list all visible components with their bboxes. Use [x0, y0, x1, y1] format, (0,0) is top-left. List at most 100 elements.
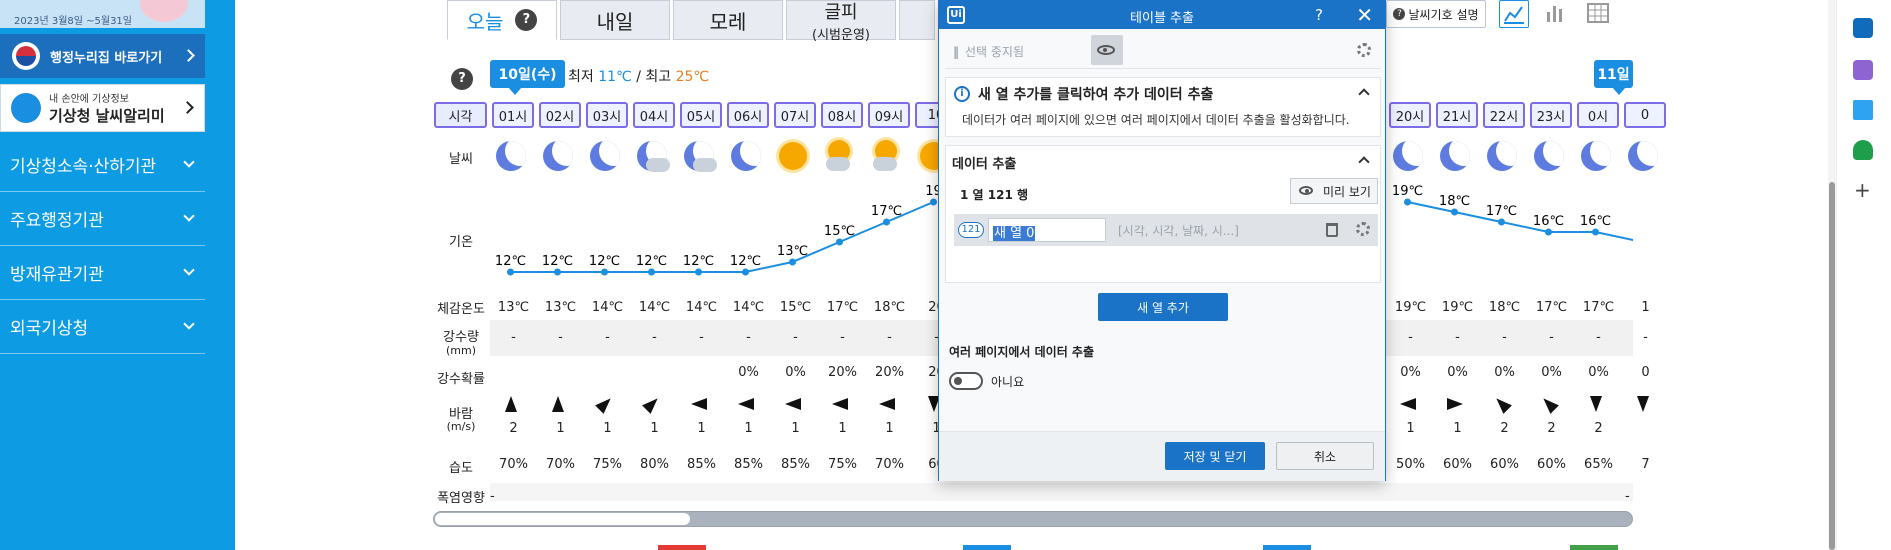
add-icon[interactable]: + [1854, 178, 1871, 202]
menu-foreign-weather[interactable]: 외국기상청 [0, 300, 205, 354]
weather-alert-app-button[interactable]: 내 손안에 기상정보 기상청 날씨알리미 [0, 84, 205, 132]
help-icon[interactable]: ? [451, 68, 473, 90]
wind-arrow-icon [641, 394, 662, 414]
wind-arrow-icon [1399, 398, 1416, 410]
wind-speed: 1 [791, 421, 800, 436]
table-view-icon[interactable] [1584, 0, 1614, 28]
tab-tomorrow[interactable]: 내일 [560, 0, 670, 40]
menu-label: 방재유관기관 [10, 265, 104, 285]
chevron-right-icon [181, 101, 194, 114]
tab-overflow[interactable] [899, 0, 935, 40]
precip-value: - [1408, 330, 1413, 345]
humidity-value: 85% [781, 457, 810, 472]
menu-main-agencies[interactable]: 주요행정기관 [0, 192, 205, 246]
prob-value: 0% [1447, 365, 1468, 380]
gov-portal-button[interactable]: 행정누리집 바로가기 [0, 34, 205, 78]
feel-value: 14℃ [591, 300, 624, 315]
humidity-value: 70% [875, 457, 904, 472]
gear-icon[interactable] [1357, 43, 1371, 57]
precip-unit-label: (mm) [445, 344, 476, 357]
column-name-input[interactable]: 새 열 0 [988, 218, 1106, 242]
wind-arrow-icon [551, 396, 564, 412]
temperature-point [1592, 228, 1599, 236]
temperature-point [507, 268, 514, 276]
help-icon[interactable]: ? [1315, 6, 1323, 24]
temperature-label: 12℃ [495, 254, 526, 269]
event-banner[interactable]: 2023년 3월8일 ~5월31일 [0, 0, 205, 28]
scrollbar-thumb[interactable] [435, 513, 690, 525]
save-close-button[interactable]: 저장 및 닫기 [1165, 442, 1265, 470]
temperature-label: 12℃ [683, 254, 714, 269]
wind-arrow-icon [784, 398, 801, 410]
temperature-label: 18℃ [1439, 194, 1470, 209]
tab-today[interactable]: 오늘 ? [447, 0, 557, 40]
column-row: 121 새 열 0 [시각, 시각, 날짜, 시...] [954, 214, 1378, 246]
hour-header: 21시 [1436, 102, 1478, 128]
temperature-label: 17℃ [871, 204, 902, 219]
bottom-green-tab [1570, 545, 1618, 550]
feel-value: 14℃ [732, 300, 765, 315]
precip-row-label: 강수량 [443, 330, 479, 345]
close-icon[interactable]: ✕ [1356, 3, 1373, 27]
feel-value: 14℃ [685, 300, 718, 315]
wind-speed: 1 [650, 421, 659, 436]
humidity-value: 75% [828, 457, 857, 472]
temperature-line [1407, 201, 1633, 242]
table-horizontal-scrollbar[interactable] [433, 511, 1633, 527]
weather-alert-text: 내 손안에 기상정보 기상청 날씨알리미 [49, 90, 165, 126]
prob-value: 20% [875, 365, 904, 380]
humidity-row-label: 습도 [449, 461, 473, 476]
eye-toggle-button[interactable] [1091, 35, 1123, 65]
prob-value: 0% [1400, 365, 1421, 380]
designer-icon[interactable] [1853, 60, 1873, 80]
temperature-point [1404, 198, 1411, 206]
hint-description: 데이터가 여러 페이지에 있으면 여러 페이지에서 데이터 추출을 활성화합니다… [962, 113, 1350, 127]
banner-illustration [140, 0, 188, 22]
weather-row-label: 날씨 [449, 152, 473, 167]
precip-value: - [793, 330, 798, 345]
humidity-value: 7 [1641, 457, 1650, 472]
precip-value: - [605, 330, 610, 345]
menu-kma-affiliates[interactable]: 기상청소속·산하기관 [0, 138, 205, 192]
precip-value: - [1643, 330, 1648, 345]
gear-icon[interactable] [1356, 222, 1370, 236]
trash-icon[interactable] [1326, 223, 1338, 237]
prob-value: 0% [738, 365, 759, 380]
preview-button[interactable]: 미리 보기 [1290, 178, 1378, 204]
tab-day-after[interactable]: 모레 [673, 0, 783, 40]
multi-page-toggle[interactable] [949, 372, 983, 390]
bar-chart-icon [1547, 6, 1562, 22]
feel-value: 13℃ [544, 300, 577, 315]
tab-label: 오늘 [466, 9, 504, 34]
heat-value-right: - [1625, 489, 1630, 504]
humidity-value: 50% [1396, 457, 1425, 472]
cancel-button[interactable]: 취소 [1276, 442, 1374, 470]
precip-value: - [1549, 330, 1554, 345]
wind-speed: 1 [697, 421, 706, 436]
moon-icon [1392, 141, 1423, 171]
wind-arrow-icon [878, 398, 895, 410]
line-chart-icon [1504, 6, 1524, 24]
tab-third-day[interactable]: 글피 (시범운영) [786, 0, 896, 43]
tree-icon[interactable] [1853, 140, 1873, 160]
page-vertical-scrollbar[interactable] [1828, 0, 1836, 550]
scrollbar-thumb[interactable] [1829, 182, 1835, 550]
hour-header: 01시 [492, 102, 534, 128]
collapse-icon[interactable] [1358, 156, 1370, 168]
weather-symbol-help-button[interactable]: ? 날씨기호 설명 [1386, 0, 1486, 28]
collapse-icon[interactable] [1358, 88, 1370, 100]
shopping-icon[interactable] [1853, 100, 1873, 120]
add-column-button[interactable]: 새 열 추가 [1098, 293, 1228, 321]
help-icon[interactable]: ? [515, 9, 538, 31]
toggle-label: 아니요 [991, 375, 1025, 389]
wind-speed: 1 [744, 421, 753, 436]
bar-chart-view-icon[interactable] [1541, 0, 1571, 28]
heat-value-left: - [490, 489, 495, 504]
dialog-footer: 저장 및 닫기 취소 [939, 431, 1385, 481]
selection-stopped-label[interactable]: 선택 중지됨 [953, 43, 1024, 60]
cloud-icon [872, 157, 897, 171]
menu-disaster-agencies[interactable]: 방재유관기관 [0, 246, 205, 300]
heat-row-label: 폭염영향 [437, 491, 485, 506]
outlook-icon[interactable] [1853, 18, 1873, 38]
chart-view-icon[interactable] [1499, 0, 1529, 28]
